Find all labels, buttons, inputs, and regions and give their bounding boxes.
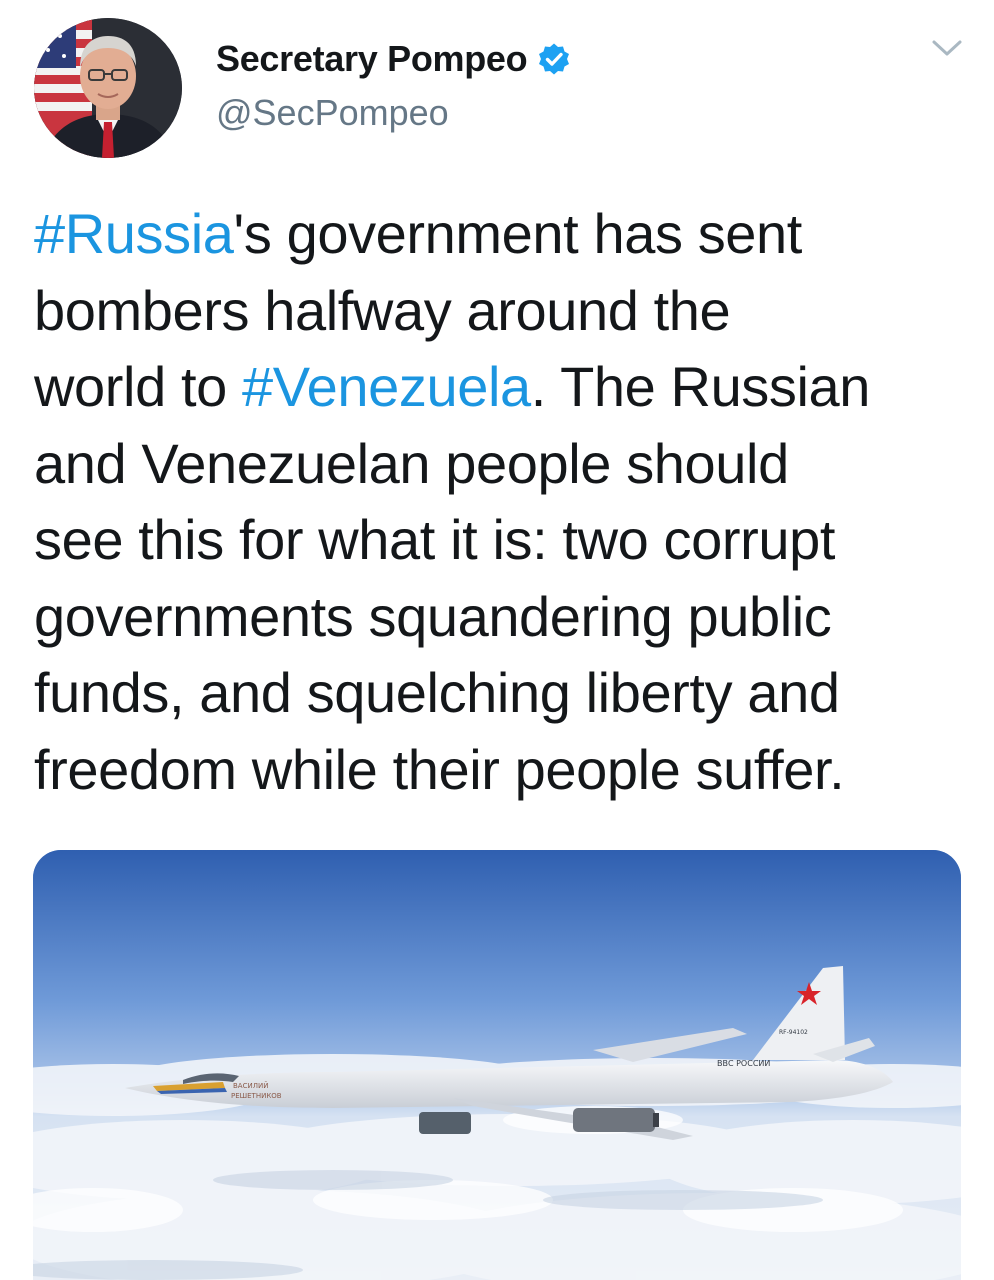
display-name[interactable]: Secretary Pompeo: [216, 38, 528, 80]
hashtag-link[interactable]: #Venezuela: [242, 355, 531, 418]
tweet-text-line: and Venezuelan people should: [34, 426, 974, 503]
tweet-text-line: governments squandering public: [34, 579, 974, 656]
tweet-text-segment: funds, and squelching liberty and: [34, 661, 840, 724]
chevron-down-icon[interactable]: [930, 34, 964, 60]
tweet-card: Secretary Pompeo @SecPompeo #Russia's go…: [0, 0, 994, 1280]
avatar[interactable]: [34, 18, 182, 158]
tweet-media-image[interactable]: RF-94102 ВВС РОССИИ ВАСИЛИЙ РЕШЕТНИКОВ: [33, 850, 961, 1280]
tweet-text-line: freedom while their people suffer.: [34, 732, 974, 809]
nose-name-line2: РЕШЕТНИКОВ: [231, 1092, 282, 1100]
display-name-row: Secretary Pompeo: [216, 38, 571, 80]
tweet-text-segment: governments squandering public: [34, 584, 832, 648]
tweet-text-segment: . The Russian: [530, 355, 871, 418]
tweet-text-line: world to #Venezuela. The Russian: [34, 349, 974, 426]
tail-code: RF-94102: [779, 1029, 808, 1036]
tweet-text-segment: 's government has sent: [233, 202, 803, 265]
tweet-text-segment: see this for what it is: two corrupt: [34, 508, 836, 571]
tweet-text-segment: world to: [34, 355, 243, 418]
user-handle[interactable]: @SecPompeo: [216, 92, 449, 134]
nose-name-line1: ВАСИЛИЙ: [233, 1081, 268, 1090]
tweet-text: #Russia's government has sent bombers hal…: [34, 196, 974, 808]
tweet-text-line: see this for what it is: two corrupt: [34, 502, 974, 579]
tweet-text-segment: freedom while their people suffer.: [34, 737, 845, 801]
tweet-text-line: funds, and squelching liberty and: [34, 655, 974, 732]
tweet-text-segment: bombers halfway around the: [34, 278, 731, 342]
tweet-text-segment: and Venezuelan people should: [34, 431, 789, 495]
verified-badge-icon: [537, 42, 571, 76]
tweet-text-line: #Russia's government has sent: [34, 196, 974, 273]
side-marking: ВВС РОССИИ: [717, 1059, 770, 1068]
hashtag-link[interactable]: #Russia: [34, 202, 234, 265]
tweet-text-line: bombers halfway around the: [34, 273, 974, 350]
